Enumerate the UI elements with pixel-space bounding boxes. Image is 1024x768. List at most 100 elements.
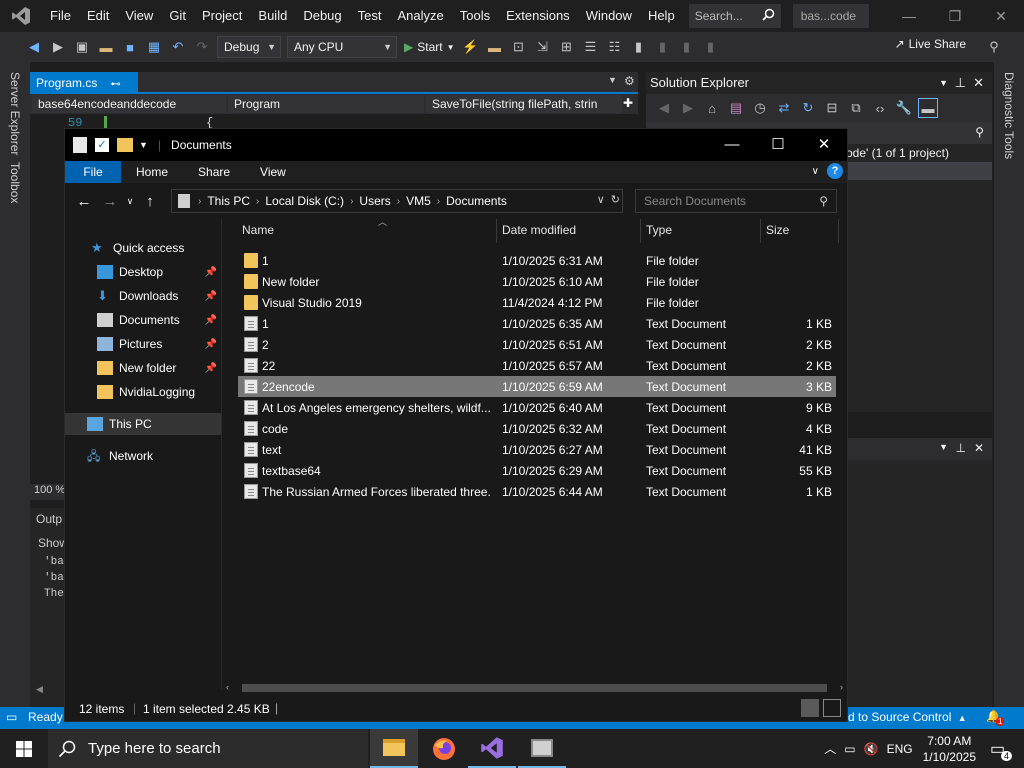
action-center-button[interactable]: ▭ 4 bbox=[990, 739, 1012, 761]
chevron-down-icon[interactable]: ▼ bbox=[608, 75, 617, 85]
pin-icon[interactable]: 📌 bbox=[205, 339, 217, 350]
breadcrumb-item[interactable]: Users bbox=[359, 194, 390, 208]
file-row[interactable]: At Los Angeles emergency shelters, wildf… bbox=[238, 397, 836, 418]
column-separator[interactable] bbox=[640, 219, 641, 243]
forward-icon[interactable]: ▶ bbox=[678, 98, 698, 118]
sidebar-item-downloads[interactable]: ⬇ Downloads 📌 bbox=[65, 285, 221, 307]
redo-icon[interactable]: ↷ bbox=[192, 37, 212, 57]
sidebar-item-this-pc[interactable]: This PC bbox=[65, 413, 221, 435]
file-row[interactable]: 1 1/10/2025 6:31 AM File folder bbox=[238, 250, 836, 271]
display-icon[interactable]: ▭ bbox=[844, 742, 855, 756]
scroll-left-icon[interactable]: ‹ bbox=[226, 682, 229, 692]
gear-icon[interactable]: ⚙ bbox=[624, 74, 635, 88]
taskbar-visual-studio[interactable] bbox=[468, 729, 516, 768]
breadcrumb-item[interactable]: Local Disk (C:) bbox=[265, 194, 344, 208]
collapse-icon[interactable]: ⊟ bbox=[822, 98, 842, 118]
vs-menu-edit[interactable]: Edit bbox=[79, 0, 117, 32]
column-header-size[interactable]: Size bbox=[766, 223, 789, 239]
solution-node[interactable]: ode' (1 of 1 project) bbox=[846, 146, 949, 160]
sidebar-item-quick-access[interactable]: ★ Quick access bbox=[65, 237, 221, 259]
project-navigation-select[interactable]: base64encodeanddecode bbox=[32, 95, 226, 113]
vs-minimize-icon[interactable]: — bbox=[886, 0, 932, 32]
vs-restore-icon[interactable]: ❐ bbox=[932, 0, 978, 32]
file-row[interactable]: textbase64 1/10/2025 6:29 AM Text Document… bbox=[238, 460, 836, 481]
refresh-icon[interactable]: ↻ bbox=[611, 193, 620, 206]
hot-reload-icon[interactable]: ⚡ bbox=[461, 37, 481, 57]
chevron-right-icon[interactable]: › bbox=[437, 196, 440, 207]
sidebar-item-nvidialogging[interactable]: NvidiaLogging bbox=[65, 381, 221, 403]
visual-studio-logo-icon[interactable] bbox=[0, 0, 42, 32]
recent-locations-icon[interactable]: ∨ bbox=[123, 196, 137, 207]
file-row[interactable]: 22 1/10/2025 6:57 AM Text Document 2 KB bbox=[238, 355, 836, 376]
file-row[interactable]: 2 1/10/2025 6:51 AM Text Document 2 KB bbox=[238, 334, 836, 355]
bookmark-icon[interactable]: ▮ bbox=[629, 37, 649, 57]
forward-icon[interactable]: ▶ bbox=[48, 37, 68, 57]
explorer-search-input[interactable]: Search Documents ⚲ bbox=[635, 189, 837, 213]
vs-close-icon[interactable]: ✕ bbox=[978, 0, 1024, 32]
column-header-name[interactable]: Name bbox=[242, 223, 274, 239]
editor-tab-program[interactable]: Program.cs ⊷ ✕ bbox=[30, 72, 138, 114]
back-icon[interactable]: ◀ bbox=[654, 98, 674, 118]
properties-icon[interactable]: 🔧 bbox=[894, 98, 914, 118]
new-project-icon[interactable]: ▣ bbox=[72, 37, 92, 57]
column-separator[interactable] bbox=[760, 219, 761, 243]
sidebar-item-network[interactable]: 🖧 Network bbox=[65, 445, 221, 467]
ribbon-tab-share[interactable]: Share bbox=[183, 161, 245, 183]
chevron-right-icon[interactable]: › bbox=[397, 196, 400, 207]
show-all-icon[interactable]: ⧉ bbox=[846, 98, 866, 118]
taskbar-remote-desktop[interactable] bbox=[518, 729, 566, 768]
member-navigation-select[interactable]: SaveToFile(string filePath, strin bbox=[426, 95, 622, 113]
pin-icon[interactable]: 📌 bbox=[205, 267, 217, 278]
file-row[interactable]: text 1/10/2025 6:27 AM Text Document 41 KB bbox=[238, 439, 836, 460]
pin-icon[interactable]: 📌 bbox=[205, 291, 217, 302]
details-view-icon[interactable] bbox=[801, 699, 819, 717]
vs-menu-project[interactable]: Project bbox=[194, 0, 250, 32]
save-icon[interactable]: ■ bbox=[120, 37, 140, 57]
chevron-up-icon[interactable]: ︿ bbox=[824, 740, 836, 757]
preview-icon[interactable]: ▬ bbox=[918, 98, 938, 118]
taskbar-firefox[interactable] bbox=[420, 729, 468, 768]
bookmark-next-icon[interactable]: ▮ bbox=[677, 37, 697, 57]
close-icon[interactable]: ✕ bbox=[973, 72, 984, 94]
vs-menu-extensions[interactable]: Extensions bbox=[498, 0, 578, 32]
feedback-icon[interactable]: ⚲ bbox=[984, 37, 1004, 57]
input-language[interactable]: ENG bbox=[887, 742, 913, 756]
back-arrow-icon[interactable]: ← bbox=[71, 193, 97, 210]
vs-menu-file[interactable]: File bbox=[42, 0, 79, 32]
up-arrow-icon[interactable]: ↑ bbox=[137, 193, 163, 210]
chevron-down-icon[interactable]: ▼ bbox=[939, 72, 948, 94]
toolbox-tab[interactable]: Toolbox bbox=[8, 162, 22, 203]
vs-menu-build[interactable]: Build bbox=[250, 0, 295, 32]
pin-icon[interactable]: ⊥ bbox=[955, 72, 966, 94]
file-row[interactable]: 22encode 1/10/2025 6:59 AM Text Document 3 … bbox=[238, 376, 836, 397]
save-all-icon[interactable]: ▦ bbox=[144, 37, 164, 57]
forward-arrow-icon[interactable]: → bbox=[97, 193, 123, 210]
horizontal-scrollbar[interactable]: ‹ › bbox=[222, 681, 847, 695]
vs-menu-debug[interactable]: Debug bbox=[295, 0, 349, 32]
open-icon[interactable]: ▬ bbox=[96, 37, 116, 57]
add-to-source-control-button[interactable]: d to Source Control ▲ bbox=[848, 710, 967, 724]
diagnostic-tools-tab[interactable]: Diagnostic Tools bbox=[1002, 72, 1016, 159]
file-row[interactable]: 1 1/10/2025 6:35 AM Text Document 1 KB bbox=[238, 313, 836, 334]
pin-icon[interactable]: ⊥ bbox=[956, 441, 966, 455]
chevron-down-icon[interactable]: ∨ bbox=[597, 193, 605, 206]
split-icon[interactable]: ✚ bbox=[623, 96, 633, 110]
indent-icon[interactable]: ☰ bbox=[581, 37, 601, 57]
column-separator[interactable] bbox=[838, 219, 839, 243]
vs-menu-window[interactable]: Window bbox=[578, 0, 640, 32]
properties-icon[interactable] bbox=[73, 137, 87, 153]
scroll-right-icon[interactable]: › bbox=[840, 682, 843, 692]
column-header-date[interactable]: Date modified bbox=[502, 223, 576, 239]
checkmark-icon[interactable]: ✓ bbox=[95, 138, 109, 152]
taskbar-search-box[interactable]: Type here to search bbox=[48, 729, 368, 768]
vs-menu-view[interactable]: View bbox=[117, 0, 161, 32]
column-header-type[interactable]: Type bbox=[646, 223, 672, 239]
chevron-down-icon[interactable]: ▼ bbox=[139, 140, 148, 150]
history-icon[interactable]: ◷ bbox=[750, 98, 770, 118]
minimize-icon[interactable]: — bbox=[709, 129, 755, 159]
close-icon[interactable]: ✕ bbox=[801, 129, 847, 159]
breadcrumb-item[interactable]: This PC bbox=[207, 194, 250, 208]
help-icon[interactable]: ? bbox=[827, 163, 843, 179]
bookmark-prev-icon[interactable]: ▮ bbox=[653, 37, 673, 57]
chevron-down-icon[interactable]: ▼ bbox=[939, 442, 948, 452]
